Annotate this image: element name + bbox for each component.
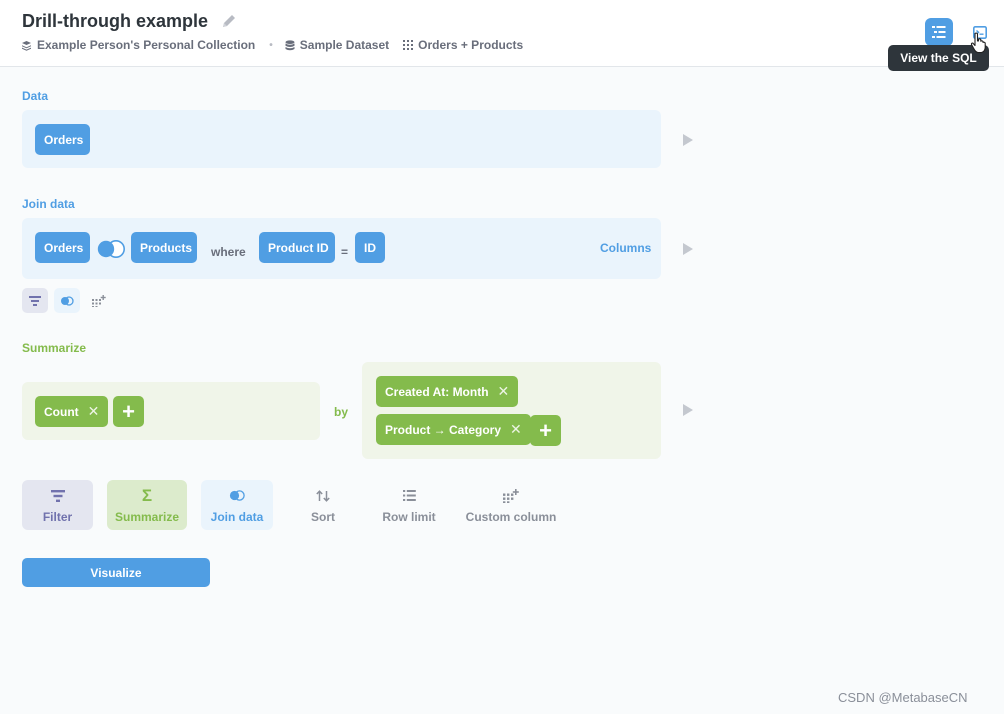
database-icon (285, 39, 295, 51)
join-right-table-pill[interactable]: Products (131, 232, 197, 263)
join-left-column-pill[interactable]: Product ID (259, 232, 335, 263)
breadcrumb-collection[interactable]: Example Person's Personal Collection (37, 38, 255, 52)
join-left-table-pill[interactable]: Orders (35, 232, 90, 263)
join-step-label: Join data (22, 197, 75, 211)
add-breakout-button[interactable]: + (530, 415, 561, 446)
join-where-label: where (211, 245, 246, 259)
custom-column-action-button[interactable]: Custom column (460, 480, 562, 530)
query-header: Drill-through example Example Person's P… (0, 0, 1004, 67)
breakout-pill[interactable]: Product → Category ✕ (376, 414, 531, 445)
add-filter-mini-button[interactable] (22, 288, 48, 313)
add-custom-column-mini-button[interactable] (86, 288, 112, 313)
remove-metric-icon[interactable]: ✕ (88, 403, 100, 420)
join-icon (61, 295, 74, 306)
breadcrumb: Example Person's Personal Collection • S… (21, 38, 523, 52)
row-limit-action-label: Row limit (382, 509, 436, 524)
breakout-label: Product → Category (385, 422, 502, 437)
sort-action-button[interactable]: Sort (292, 480, 354, 530)
visualize-button[interactable]: Visualize (22, 558, 210, 587)
remove-breakout-icon[interactable]: ✕ (510, 421, 522, 438)
data-source-pill[interactable]: Orders (35, 124, 90, 155)
row-limit-icon (402, 490, 416, 501)
collection-icon (21, 40, 32, 51)
data-step-panel (22, 110, 661, 168)
join-type-icon[interactable] (96, 239, 126, 264)
join-right-column-pill[interactable]: ID (355, 232, 385, 263)
sort-action-label: Sort (311, 509, 335, 524)
join-columns-link[interactable]: Columns (600, 241, 651, 255)
filter-icon (29, 295, 41, 306)
summarize-action-button[interactable]: Σ Summarize (107, 480, 187, 530)
pointer-cursor-icon (970, 32, 988, 59)
breadcrumb-database[interactable]: Sample Dataset (300, 38, 389, 52)
join-action-button[interactable]: Join data (201, 480, 273, 530)
breadcrumb-table[interactable]: Orders + Products (418, 38, 523, 52)
join-icon (229, 490, 245, 501)
table-icon (403, 40, 414, 50)
metric-pill[interactable]: Count ✕ (35, 396, 109, 427)
preview-join-icon[interactable] (683, 243, 693, 255)
breakout-label: Created At: Month (385, 384, 489, 399)
breadcrumb-separator: • (269, 39, 273, 51)
join-action-label: Join data (210, 509, 264, 524)
sigma-icon: Σ (141, 485, 153, 505)
metric-label: Count (44, 404, 79, 419)
filter-action-button[interactable]: Filter (22, 480, 93, 530)
custom-column-action-label: Custom column (465, 509, 557, 524)
pencil-icon[interactable] (220, 12, 238, 30)
add-join-mini-button[interactable] (54, 288, 80, 313)
notebook-icon (932, 26, 946, 38)
custom-column-icon (503, 488, 519, 503)
data-step-label: Data (22, 89, 49, 103)
filter-action-label: Filter (42, 509, 73, 524)
summarize-step-label: Summarize (22, 341, 87, 355)
add-metric-button[interactable]: + (113, 396, 144, 427)
summarize-action-label: Summarize (114, 509, 180, 524)
row-limit-action-button[interactable]: Row limit (372, 480, 446, 530)
custom-column-icon (92, 294, 106, 307)
join-operator[interactable]: = (341, 245, 348, 259)
watermark: CSDN @MetabaseCN (838, 690, 968, 705)
preview-data-icon[interactable] (683, 134, 693, 146)
sort-icon (316, 489, 330, 502)
filter-icon (50, 489, 65, 502)
summarize-by-label: by (334, 405, 349, 419)
breakout-pill[interactable]: Created At: Month ✕ (376, 376, 519, 407)
question-title[interactable]: Drill-through example (22, 11, 208, 32)
preview-summarize-icon[interactable] (683, 404, 693, 416)
notebook-toggle-button[interactable] (925, 18, 953, 46)
remove-breakout-icon[interactable]: ✕ (498, 383, 510, 400)
